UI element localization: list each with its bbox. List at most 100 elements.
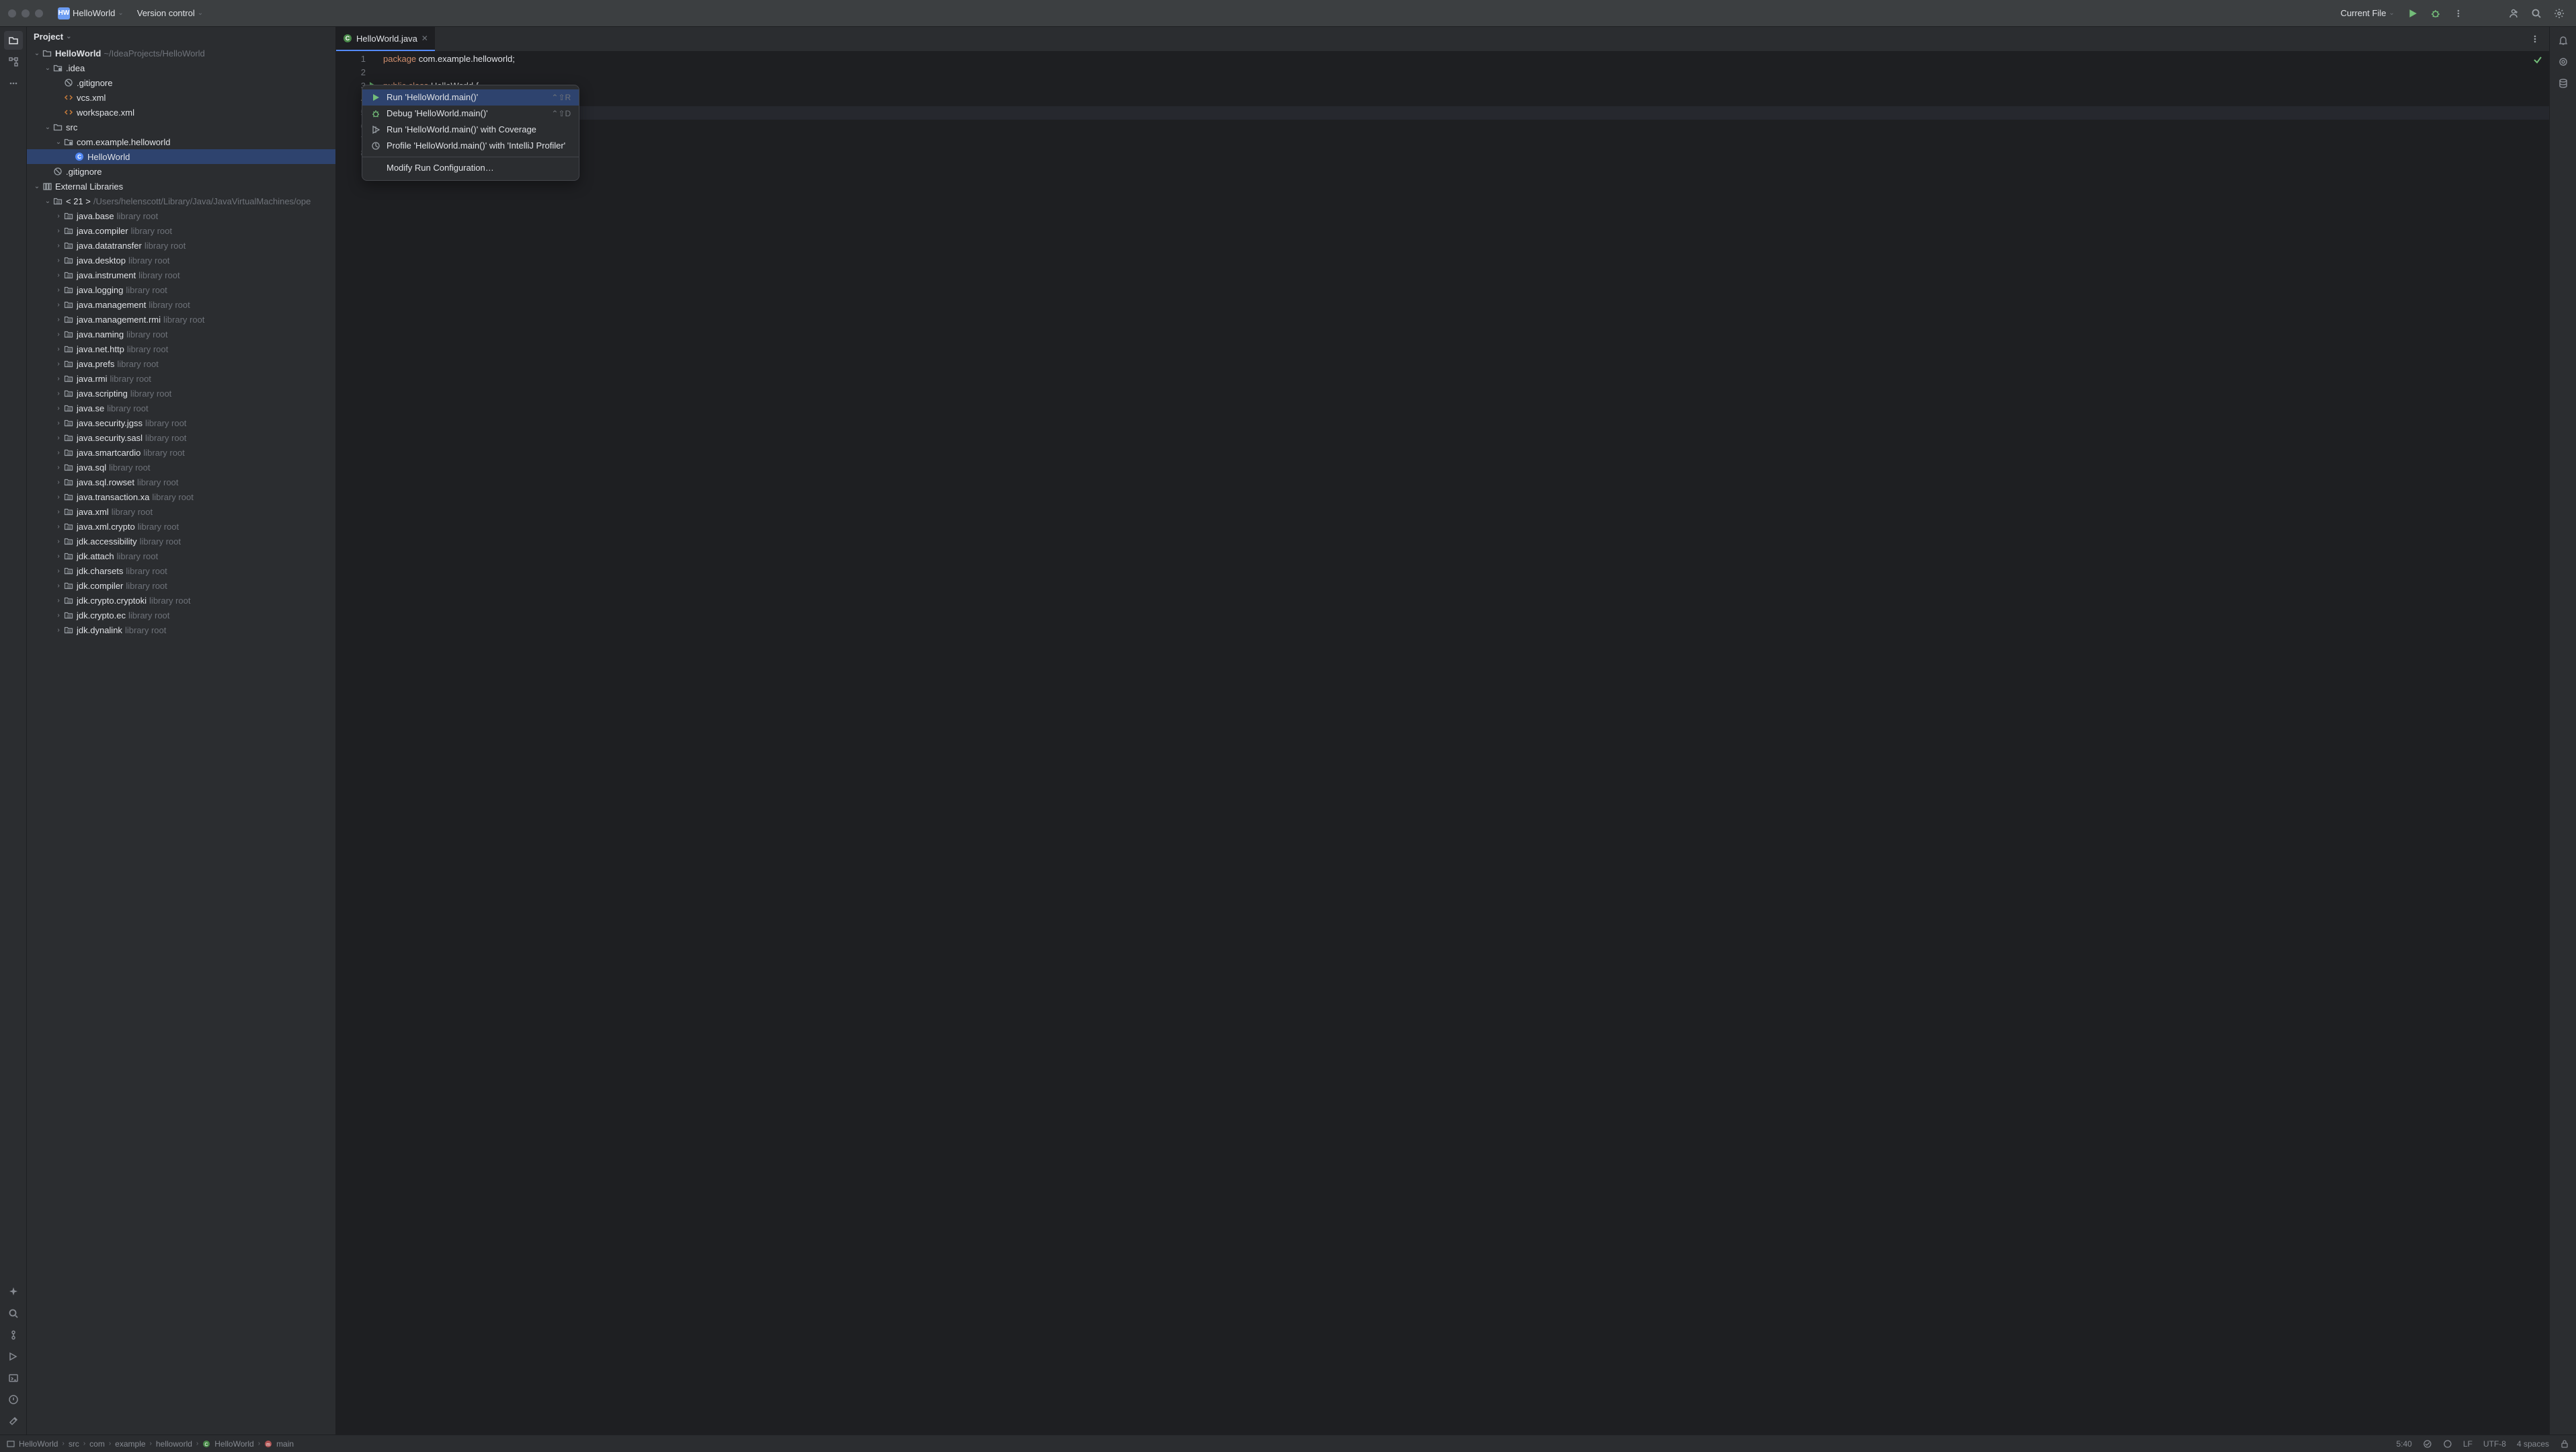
lib-java.base[interactable]: ›java.baselibrary root (27, 208, 335, 223)
editor[interactable]: 12345678 package com.example.helloworld;… (336, 51, 2549, 1435)
tree-arrow[interactable]: › (54, 212, 63, 220)
tree-arrow[interactable]: ⌄ (32, 183, 42, 190)
lib-jdk.crypto.ec[interactable]: ›jdk.crypto.eclibrary root (27, 608, 335, 622)
close-tab-button[interactable]: ✕ (421, 34, 428, 43)
lib-jdk.accessibility[interactable]: ›jdk.accessibilitylibrary root (27, 534, 335, 549)
lib-java.net.http[interactable]: ›java.net.httplibrary root (27, 341, 335, 356)
terminal-tool-button[interactable] (4, 1369, 23, 1387)
breadcrumbs[interactable]: HelloWorld›src›com›example›helloworld›CH… (7, 1439, 294, 1449)
lib-java.transaction.xa[interactable]: ›java.transaction.xalibrary root (27, 489, 335, 504)
jdk-node[interactable]: ⌄< 21 >/Users/helenscott/Library/Java/Ja… (27, 194, 335, 208)
tab-actions-button[interactable] (2526, 30, 2544, 48)
lib-jdk.charsets[interactable]: ›jdk.charsetslibrary root (27, 563, 335, 578)
tree-arrow[interactable]: ⌄ (43, 198, 52, 205)
tree-arrow[interactable]: › (54, 375, 63, 382)
project-tool-button[interactable] (4, 31, 23, 50)
file-.gitignore[interactable]: .gitignore (27, 75, 335, 90)
tree-arrow[interactable]: › (54, 523, 63, 530)
problems-tool-button[interactable] (4, 1390, 23, 1409)
tree-arrow[interactable]: › (54, 612, 63, 619)
caret-position[interactable]: 5:40 (2397, 1439, 2412, 1449)
lib-java.logging[interactable]: ›java.logginglibrary root (27, 282, 335, 297)
code-line[interactable]: public class HelloWorld { (383, 79, 2549, 93)
breadcrumb-item[interactable]: src (69, 1439, 79, 1449)
tree-arrow[interactable]: › (54, 405, 63, 412)
breadcrumb-item[interactable]: HelloWorld (19, 1439, 58, 1449)
lib-java.management.rmi[interactable]: ›java.management.rmilibrary root (27, 312, 335, 327)
class-file[interactable]: CHelloWorld (27, 149, 335, 164)
structure-tool-button[interactable] (4, 52, 23, 71)
breadcrumb-item[interactable]: com (89, 1439, 105, 1449)
popup-item-run[interactable]: Run 'HelloWorld.main()'⌃⇧R (362, 89, 579, 106)
lib-java.xml[interactable]: ›java.xmllibrary root (27, 504, 335, 519)
code-line[interactable]: System.out.println("Hello, World!"); (383, 106, 2549, 120)
tree-arrow[interactable]: › (54, 553, 63, 560)
tree-arrow[interactable]: › (54, 627, 63, 634)
gitignore-file[interactable]: .gitignore (27, 164, 335, 179)
file-encoding[interactable]: UTF-8 (2483, 1439, 2506, 1449)
lib-jdk.attach[interactable]: ›jdk.attachlibrary root (27, 549, 335, 563)
code-line[interactable]: public static void main(String[] args) { (383, 93, 2549, 106)
project-root[interactable]: ⌄HelloWorld~/IdeaProjects/HelloWorld (27, 46, 335, 61)
tree-arrow[interactable]: › (54, 242, 63, 249)
ai-assistant-button[interactable] (4, 1283, 23, 1301)
tree-arrow[interactable]: › (54, 286, 63, 294)
lib-java.prefs[interactable]: ›java.prefslibrary root (27, 356, 335, 371)
code-line[interactable]: package com.example.helloworld; (383, 52, 2549, 66)
lib-java.naming[interactable]: ›java.naminglibrary root (27, 327, 335, 341)
code-with-me-button[interactable] (2505, 5, 2522, 22)
database-tool-button[interactable] (2554, 74, 2573, 93)
tree-arrow[interactable]: › (54, 567, 63, 575)
indent-setting[interactable]: 4 spaces (2517, 1439, 2549, 1449)
run-config-selector[interactable]: Current File ⌄ (2337, 5, 2399, 21)
lib-jdk.compiler[interactable]: ›jdk.compilerlibrary root (27, 578, 335, 593)
tree-arrow[interactable]: › (54, 301, 63, 309)
file-vcs.xml[interactable]: vcs.xml (27, 90, 335, 105)
lib-jdk.dynalink[interactable]: ›jdk.dynalinklibrary root (27, 622, 335, 637)
editor-gutter[interactable]: 12345678 (336, 51, 378, 1435)
breadcrumb-item[interactable]: helloworld (156, 1439, 192, 1449)
tree-arrow[interactable]: ⌄ (43, 124, 52, 131)
editor-tab[interactable]: C HelloWorld.java ✕ (336, 27, 435, 51)
popup-item-coverage[interactable]: Run 'HelloWorld.main()' with Coverage (362, 122, 579, 138)
src-folder[interactable]: ⌄src (27, 120, 335, 134)
tree-arrow[interactable]: › (54, 582, 63, 590)
vcs-tool-button[interactable] (4, 1326, 23, 1344)
ai-status-icon[interactable] (2423, 1439, 2432, 1449)
vcs-widget[interactable]: Version control ⌄ (133, 5, 207, 21)
breadcrumb-item[interactable]: example (115, 1439, 145, 1449)
lib-java.sql[interactable]: ›java.sqllibrary root (27, 460, 335, 475)
lib-java.sql.rowset[interactable]: ›java.sql.rowsetlibrary root (27, 475, 335, 489)
inspection-status-icon[interactable] (2533, 55, 2542, 65)
tree-arrow[interactable]: ⌄ (54, 138, 63, 146)
code-line[interactable] (383, 66, 2549, 79)
debug-button[interactable] (2427, 5, 2444, 22)
gutter-line[interactable]: 1 (336, 52, 378, 66)
code-line[interactable] (383, 133, 2549, 147)
tree-arrow[interactable]: › (54, 316, 63, 323)
lib-java.compiler[interactable]: ›java.compilerlibrary root (27, 223, 335, 238)
services-tool-button[interactable] (4, 1347, 23, 1366)
modify-run-config-item[interactable]: Modify Run Configuration… (362, 160, 579, 176)
tree-arrow[interactable]: ⌄ (43, 65, 52, 72)
code-line[interactable]: } (383, 120, 2549, 133)
tree-arrow[interactable]: › (54, 419, 63, 427)
breadcrumb-item[interactable]: HelloWorld (214, 1439, 253, 1449)
tree-arrow[interactable]: › (54, 493, 63, 501)
code-line[interactable]: } (383, 147, 2549, 160)
tree-arrow[interactable]: › (54, 464, 63, 471)
power-save-icon[interactable] (2443, 1439, 2452, 1449)
tree-arrow[interactable]: › (54, 508, 63, 516)
tree-arrow[interactable]: › (54, 331, 63, 338)
more-actions-button[interactable] (2450, 5, 2467, 22)
tree-arrow[interactable]: › (54, 360, 63, 368)
lib-java.scripting[interactable]: ›java.scriptinglibrary root (27, 386, 335, 401)
settings-button[interactable] (2550, 5, 2568, 22)
lib-java.instrument[interactable]: ›java.instrumentlibrary root (27, 268, 335, 282)
tree-arrow[interactable]: › (54, 346, 63, 353)
line-separator[interactable]: LF (2463, 1439, 2472, 1449)
search-everywhere-button[interactable] (2528, 5, 2545, 22)
tree-arrow[interactable]: › (54, 390, 63, 397)
minimize-window[interactable] (22, 9, 30, 17)
project-tool-header[interactable]: Project ⌄ (27, 27, 335, 46)
